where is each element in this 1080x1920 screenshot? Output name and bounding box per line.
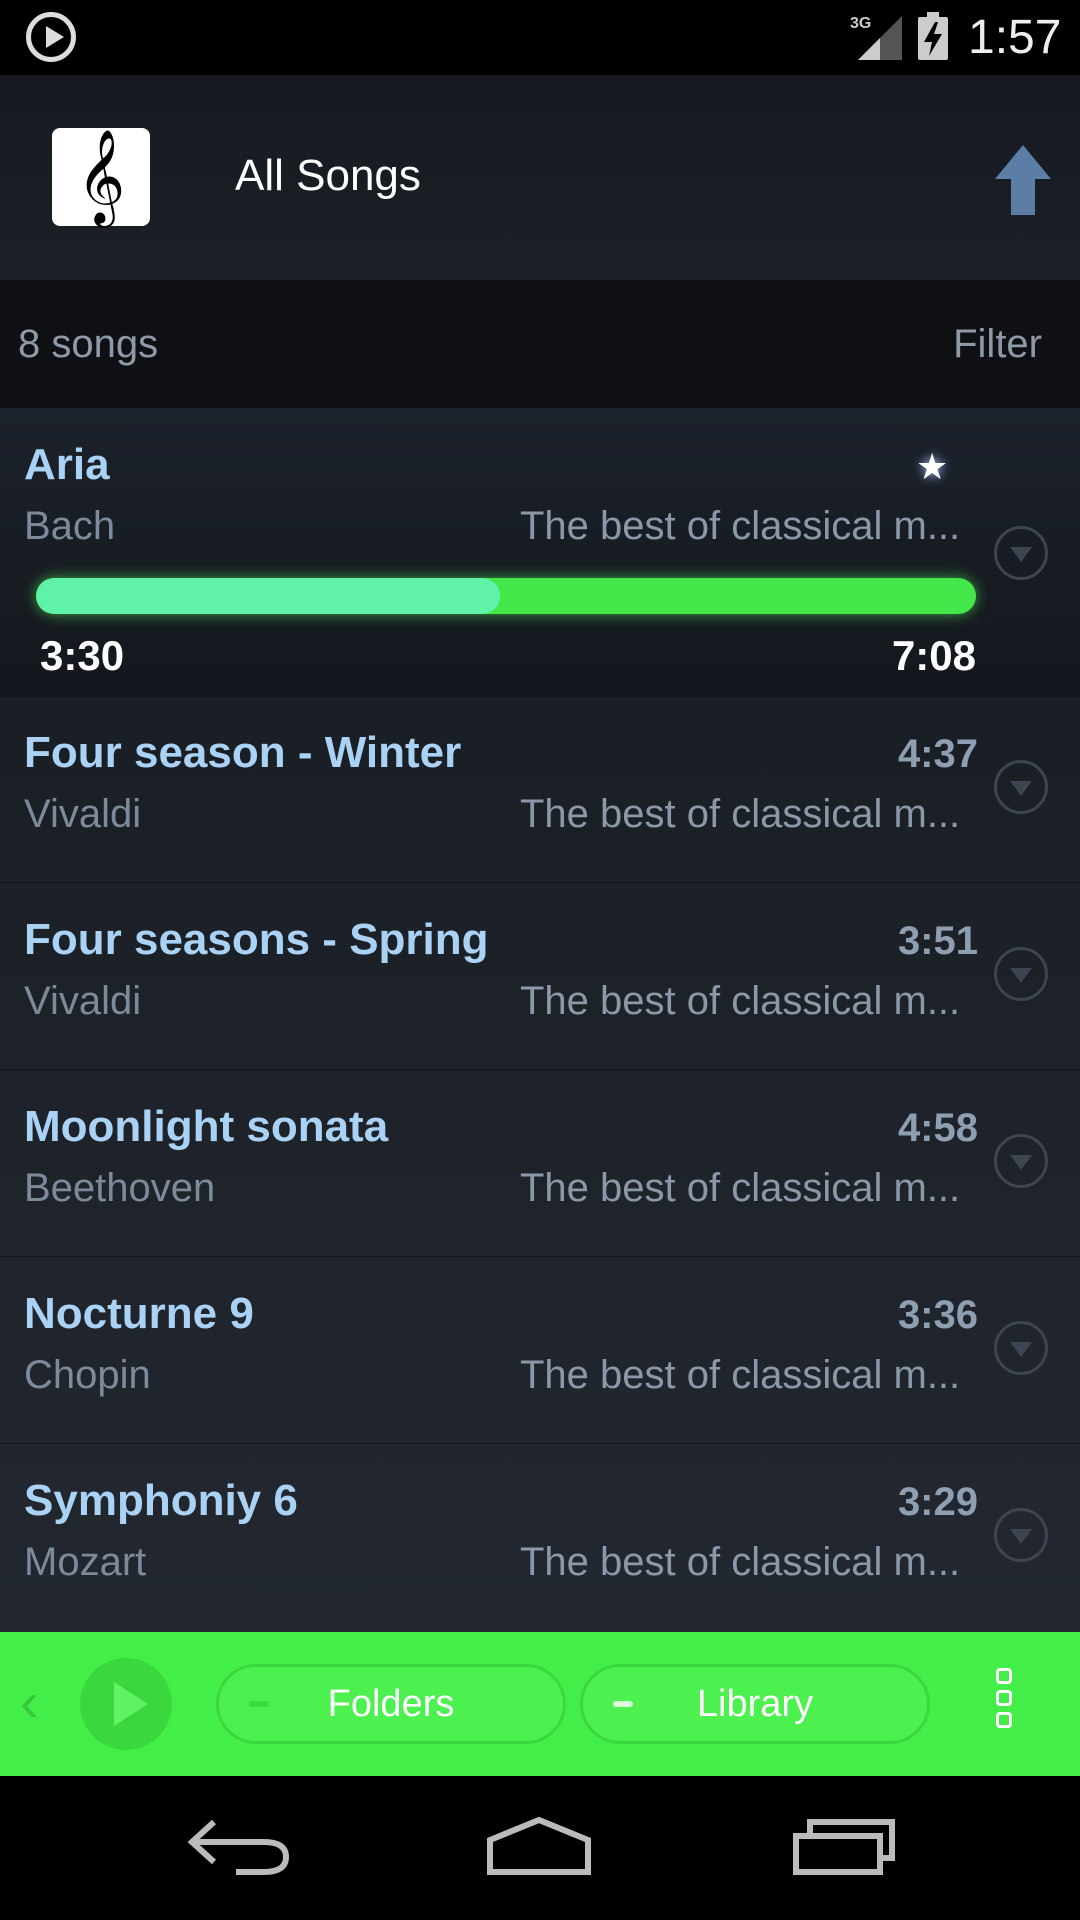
network-type: 3G [850,15,871,32]
song-duration: 4:58 [897,1106,978,1150]
song-artist: Mozart [24,1540,147,1584]
chevron-down-icon[interactable] [994,1508,1048,1562]
list-item[interactable]: Four seasons - Spring 3:51 Vivaldi The b… [0,883,1080,1070]
list-toolbar: 8 songs Filter [0,280,1080,408]
signal-icon: 3G [850,15,902,60]
page-title: All Songs [235,151,421,200]
play-icon[interactable] [80,1658,172,1750]
song-artist: Beethoven [24,1166,216,1210]
song-album: The best of classical m... [520,1166,961,1210]
folders-button[interactable]: Folders [216,1664,566,1744]
library-button[interactable]: Library [580,1664,930,1744]
song-album: The best of classical m... [520,1353,961,1397]
chevron-down-icon[interactable] [994,1321,1048,1375]
elapsed-time: 3:30 [40,632,125,679]
clock: 1:57 [968,11,1062,64]
app-header: 𝄞 All Songs [0,75,1080,280]
chevron-down-icon[interactable] [994,1134,1048,1188]
chevron-down-icon[interactable] [994,760,1048,814]
song-title: Four season - Winter [24,728,462,777]
song-list: Aria ★ Bach The best of classical m... 3… [0,408,1080,1632]
song-album: The best of classical m... [520,504,961,548]
system-nav-bar [0,1776,1080,1920]
back-icon[interactable] [186,1814,292,1878]
song-artist: Chopin [24,1353,151,1397]
treble-clef-logo-icon[interactable]: 𝄞 [52,128,150,226]
list-item[interactable]: Nocturne 9 3:36 Chopin The best of class… [0,1257,1080,1444]
home-icon[interactable] [484,1814,594,1878]
recent-apps-icon[interactable] [790,1814,898,1878]
song-artist: Vivaldi [24,792,142,836]
chevron-left-icon[interactable]: ‹ [20,1674,39,1730]
filter-button[interactable]: Filter [953,322,1042,367]
list-item[interactable]: Four season - Winter 4:37 Vivaldi The be… [0,696,1080,883]
chevron-down-icon[interactable] [994,947,1048,1001]
library-label: Library [696,1682,814,1725]
status-bar: 3G 1:57 [0,0,1080,75]
song-title: Aria [24,440,110,489]
overflow-menu-icon[interactable] [996,1668,1018,1742]
song-duration: 3:36 [897,1293,978,1337]
song-title: Four seasons - Spring [24,915,489,964]
list-item[interactable]: Symphoniy 6 3:29 Mozart The best of clas… [0,1444,1080,1630]
list-item[interactable]: Moonlight sonata 4:58 Beethoven The best… [0,1070,1080,1257]
play-notification-icon [26,12,76,62]
now-playing-row[interactable]: Aria ★ Bach The best of classical m... 3… [0,408,1080,697]
song-album: The best of classical m... [520,1540,961,1584]
chevron-down-icon[interactable] [994,526,1048,580]
folders-label: Folders [327,1682,455,1725]
arrow-up-icon[interactable] [995,145,1051,215]
song-duration: 3:51 [897,919,978,963]
song-duration: 4:37 [897,732,978,776]
song-title: Nocturne 9 [24,1289,254,1338]
song-title: Moonlight sonata [24,1102,389,1151]
song-count: 8 songs [18,322,159,366]
song-title: Symphoniy 6 [24,1476,298,1525]
song-album: The best of classical m... [520,979,961,1023]
star-icon[interactable]: ★ [916,446,948,488]
player-controls-bar: ‹ Folders Library [0,1632,1080,1776]
seek-bar-played [36,578,501,614]
song-artist: Vivaldi [24,979,142,1023]
song-duration: 3:29 [897,1480,978,1524]
song-artist: Bach [24,504,116,548]
total-time: 7:08 [891,632,976,679]
song-album: The best of classical m... [520,792,961,836]
battery-charging-icon [918,12,948,60]
seek-bar[interactable] [36,578,976,614]
